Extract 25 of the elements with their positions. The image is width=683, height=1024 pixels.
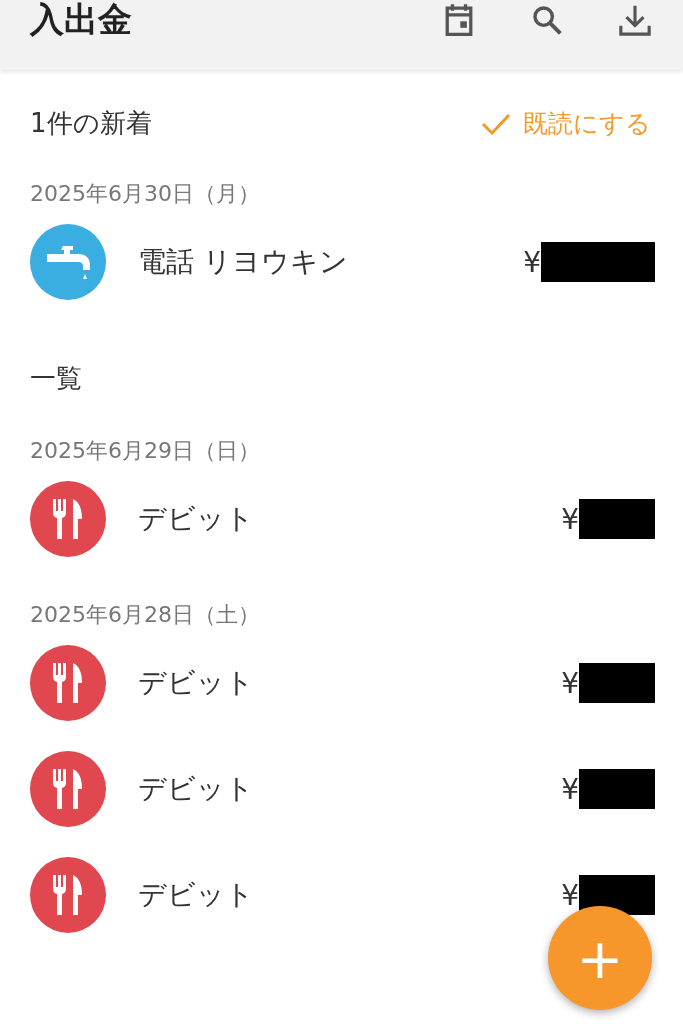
calendar-icon [443, 3, 475, 37]
date-label: 2025年6月30日（月） [29, 180, 261, 208]
currency-symbol: ¥ [561, 666, 579, 700]
mark-read-button[interactable]: 既読にする [481, 107, 651, 140]
transaction-name: 電話 リヨウキン [138, 244, 349, 280]
transaction-name: デビット [138, 877, 255, 913]
section-title: 1件の新着 [30, 107, 152, 140]
transaction-name: デビット [138, 771, 255, 807]
fork-knife-icon [51, 873, 85, 917]
download-icon [618, 3, 652, 37]
search-icon [531, 4, 563, 36]
date-label: 2025年6月28日（土） [29, 601, 261, 629]
currency-symbol: ¥ [561, 502, 579, 536]
fork-knife-icon [51, 661, 85, 705]
check-icon [481, 112, 511, 135]
page-title: 入出金 [30, 0, 133, 38]
transaction-name: デビット [138, 665, 255, 701]
currency-symbol: ¥ [561, 772, 579, 806]
currency-symbol: ¥ [523, 245, 541, 279]
section-title: 一覧 [30, 362, 82, 395]
fork-knife-icon [51, 497, 85, 541]
date-label: 2025年6月29日（日） [29, 437, 261, 465]
add-button[interactable]: + [548, 906, 652, 1010]
fork-knife-icon [51, 767, 85, 811]
transaction-name: デビット [138, 501, 255, 537]
